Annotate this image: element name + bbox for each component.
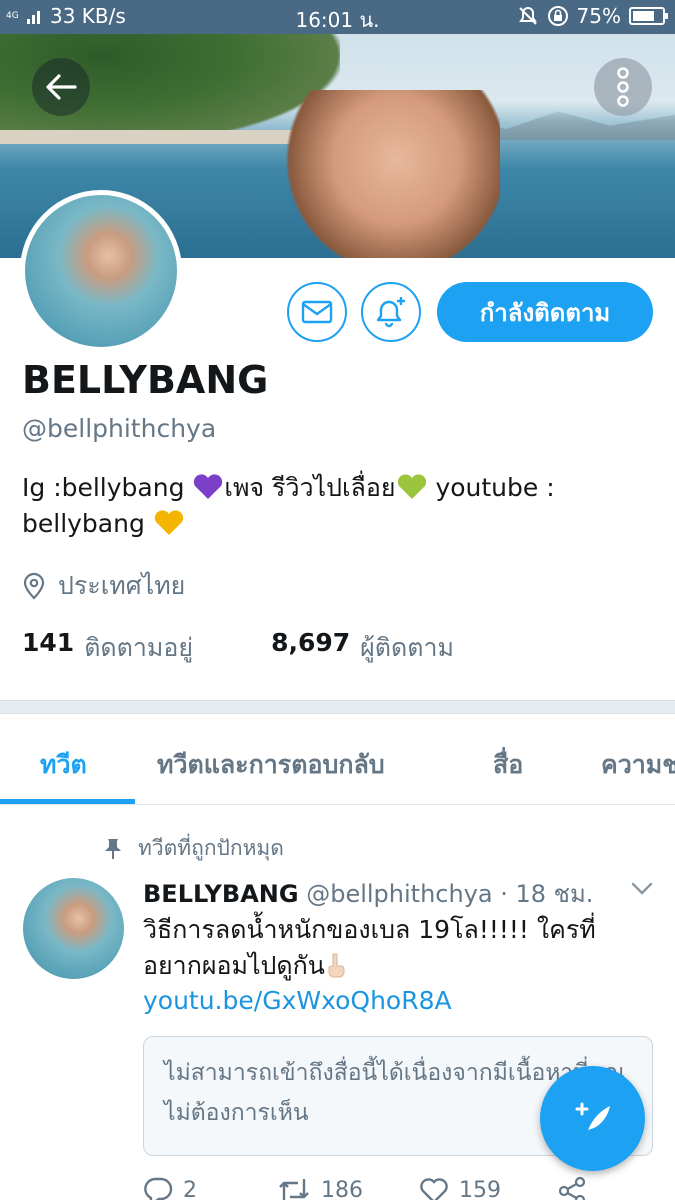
profile-stats: 141 ติดตามอยู่ 8,697 ผู้ติดตาม	[22, 628, 454, 668]
pointing-hand-icon	[328, 953, 345, 978]
chevron-down-icon[interactable]	[630, 880, 654, 896]
notifications-button[interactable]	[361, 282, 421, 342]
like-icon	[420, 1178, 448, 1200]
share-action[interactable]	[557, 1176, 587, 1200]
pinned-text: ทวีตที่ถูกปักหมุด	[138, 836, 284, 860]
purple-heart-icon	[194, 474, 223, 499]
more-options-button[interactable]	[594, 58, 652, 116]
more-vertical-icon	[617, 67, 629, 107]
battery-icon	[629, 7, 668, 25]
following-label: ติดตามอยู่	[84, 633, 194, 662]
retweet-action[interactable]: 186	[277, 1176, 363, 1200]
tweet-header: BELLYBANG @bellphithchya · 18 ชม.	[143, 874, 593, 913]
status-bar: 4G 33 KB/s 16:01 น. 75%	[0, 0, 675, 34]
following-count: 141	[22, 628, 75, 657]
compose-icon	[575, 1102, 610, 1136]
tab-likes[interactable]: ความชอบ	[601, 745, 675, 785]
active-tab-indicator	[0, 799, 135, 804]
following-stat[interactable]: 141 ติดตามอยู่	[22, 628, 193, 668]
compose-tweet-button[interactable]	[540, 1066, 645, 1171]
tweet-text: วิธีการลดน้ำหนักของเบล 19โล!!!!! ใครที่อ…	[143, 912, 633, 984]
message-button[interactable]	[287, 282, 347, 342]
back-arrow-icon	[46, 74, 77, 100]
profile-avatar[interactable]	[20, 190, 182, 352]
location-pin-icon	[23, 572, 45, 600]
lock-rotation-icon	[547, 6, 568, 26]
battery-percent: 75%	[576, 4, 621, 28]
reply-action[interactable]: 2	[143, 1176, 197, 1200]
bio-text-1: Ig :bellybang	[22, 473, 193, 502]
tweet-author-name[interactable]: BELLYBANG	[143, 880, 299, 908]
profile-handle: @bellphithchya	[22, 414, 217, 443]
tab-tweets-and-replies[interactable]: ทวีตและการตอบกลับ	[157, 745, 385, 785]
mail-icon	[301, 300, 333, 324]
tweet-author-handle: @bellphithchya	[306, 880, 493, 908]
followers-stat[interactable]: 8,697 ผู้ติดตาม	[271, 628, 454, 668]
banner-person	[270, 90, 500, 258]
section-divider	[0, 700, 675, 714]
profile-location: ประเทศไทย	[22, 566, 185, 606]
reply-count: 2	[183, 1177, 197, 1200]
battery-fill	[633, 11, 654, 21]
following-button[interactable]: กำลังติดตาม	[437, 282, 653, 342]
tab-media[interactable]: สื่อ	[493, 745, 523, 785]
tweet-body: วิธีการลดน้ำหนักของเบล 19โล!!!!! ใครที่อ…	[143, 915, 596, 980]
reply-icon	[144, 1177, 173, 1200]
retweet-icon	[279, 1179, 309, 1200]
followers-label: ผู้ติดตาม	[360, 633, 455, 662]
like-count: 159	[459, 1177, 501, 1200]
profile-tabs: ทวีต ทวีตและการตอบกลับ สื่อ ความชอบ	[0, 715, 675, 805]
yellow-heart-icon	[154, 510, 183, 535]
pinned-tweet-label: ทวีตที่ถูกปักหมุด	[104, 832, 284, 865]
profile-name: BELLYBANG	[22, 358, 269, 402]
tab-tweets[interactable]: ทวีต	[40, 745, 87, 785]
location-text: ประเทศไทย	[58, 571, 186, 600]
tweet-link[interactable]: youtu.be/GxWxoQhoR8A	[143, 986, 452, 1015]
followers-count: 8,697	[271, 628, 351, 657]
retweet-count: 186	[321, 1177, 363, 1200]
back-button[interactable]	[32, 58, 90, 116]
pin-icon	[105, 838, 121, 859]
tweet-avatar[interactable]	[23, 878, 124, 979]
tweet-time: · 18 ชม.	[500, 880, 594, 908]
like-action[interactable]: 159	[419, 1176, 501, 1200]
profile-bio: Ig :bellybang เพจ รีวิวไปเลื่อย youtube …	[22, 470, 642, 542]
bio-text-2: เพจ รีวิวไปเลื่อย	[224, 473, 396, 502]
green-heart-icon	[397, 474, 426, 499]
mute-bell-icon	[518, 6, 537, 25]
bell-plus-icon	[376, 297, 405, 328]
share-icon	[558, 1176, 586, 1200]
